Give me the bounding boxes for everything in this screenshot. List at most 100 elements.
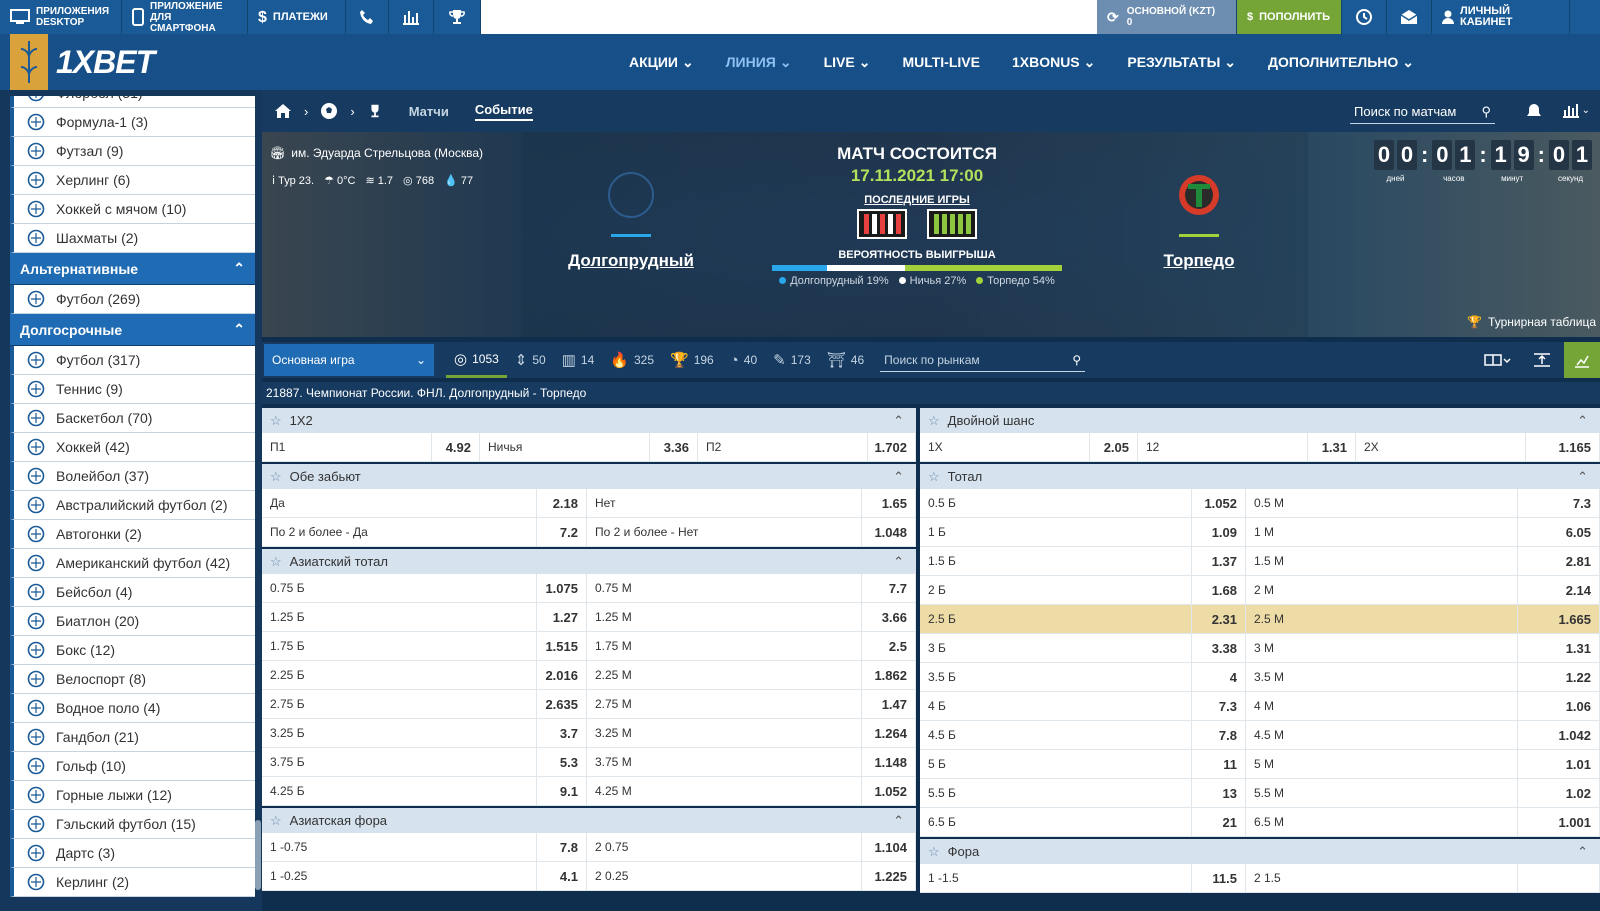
- odds-button[interactable]: 1.31: [1518, 634, 1600, 662]
- sidebar-item[interactable]: Дартс (3): [10, 839, 255, 868]
- last-games-link[interactable]: ПОСЛЕДНИЕ ИГРЫ: [772, 194, 1062, 206]
- sidebar-item[interactable]: Керлинг (2): [10, 868, 255, 897]
- nav-line[interactable]: ЛИНИЯ ⌄: [710, 54, 808, 71]
- odds-button[interactable]: 1.515: [537, 632, 587, 660]
- odds-button[interactable]: 1.09: [1192, 518, 1246, 546]
- sidebar-item[interactable]: Футбол (269): [10, 285, 255, 314]
- odds-button[interactable]: 1.65: [862, 489, 916, 517]
- odds-button[interactable]: 1.862: [862, 661, 916, 689]
- odds-button[interactable]: [1518, 864, 1600, 892]
- sidebar-item[interactable]: Флорбол (31): [10, 96, 255, 108]
- odds-button[interactable]: 1.225: [862, 862, 916, 890]
- market-header[interactable]: ☆ Двойной шанс ⌃: [920, 408, 1600, 433]
- sidebar-item[interactable]: Американский футбол (42): [10, 549, 255, 578]
- market-tab[interactable]: 🏆 196: [662, 342, 722, 378]
- nav-promotions[interactable]: АКЦИИ ⌄: [613, 54, 710, 71]
- sidebar-item[interactable]: Биатлон (20): [10, 607, 255, 636]
- star-icon[interactable]: ☆: [270, 554, 282, 570]
- crumb-event[interactable]: Событие: [474, 102, 533, 121]
- odds-button[interactable]: 1.22: [1518, 663, 1600, 691]
- messages-button[interactable]: [1387, 0, 1432, 34]
- tournament-table-link[interactable]: 🏆 Турнирная таблица: [1467, 315, 1596, 329]
- nav-multilive[interactable]: MULTI-LIVE: [886, 54, 996, 71]
- trophy-button[interactable]: [434, 0, 481, 34]
- odds-button[interactable]: 1.052: [1192, 489, 1246, 517]
- odds-button[interactable]: 11.5: [1192, 864, 1246, 892]
- odds-button[interactable]: 1.048: [862, 518, 916, 546]
- sidebar-item[interactable]: Велоспорт (8): [10, 665, 255, 694]
- market-tab[interactable]: ◎ 1053: [446, 342, 507, 378]
- odds-button[interactable]: 1.37: [1192, 547, 1246, 575]
- odds-button[interactable]: 2.05: [1090, 433, 1138, 461]
- sidebar-item[interactable]: Волейбол (37): [10, 462, 255, 491]
- sidebar-section-alternative[interactable]: Альтернативные ⌃: [10, 253, 255, 285]
- sidebar-item[interactable]: Гольф (10): [10, 752, 255, 781]
- odds-button[interactable]: 1.27: [537, 603, 587, 631]
- sidebar-item[interactable]: Горные лыжи (12): [10, 781, 255, 810]
- form-away[interactable]: [927, 209, 977, 239]
- sidebar-item[interactable]: Бейсбол (4): [10, 578, 255, 607]
- odds-button[interactable]: 1.052: [862, 777, 916, 805]
- odds-button[interactable]: 3.36: [650, 433, 698, 461]
- odds-button[interactable]: 2.81: [1518, 547, 1600, 575]
- odds-button[interactable]: 1.148: [862, 748, 916, 776]
- odds-button[interactable]: 1.042: [1518, 721, 1600, 749]
- market-search-input[interactable]: Поиск по рынкам ⚲: [880, 348, 1086, 372]
- sidebar-item[interactable]: Водное поло (4): [10, 694, 255, 723]
- soccer-ball-icon[interactable]: [320, 102, 338, 120]
- sidebar-item[interactable]: Австралийский футбол (2): [10, 491, 255, 520]
- bell-icon[interactable]: [1526, 103, 1542, 119]
- odds-button[interactable]: 11: [1192, 750, 1246, 778]
- nav-live[interactable]: LIVE ⌄: [808, 54, 887, 71]
- sidebar-item[interactable]: Шахматы (2): [10, 224, 255, 253]
- nav-results[interactable]: РЕЗУЛЬТАТЫ ⌄: [1111, 54, 1252, 71]
- home-icon[interactable]: [274, 103, 292, 119]
- sidebar-scrollbar[interactable]: [255, 820, 261, 890]
- odds-button[interactable]: 3.38: [1192, 634, 1246, 662]
- statistics-button[interactable]: [389, 0, 434, 34]
- star-icon[interactable]: ☆: [928, 844, 940, 860]
- odds-button[interactable]: 1.702: [868, 433, 916, 461]
- sidebar-item[interactable]: Баскетбол (70): [10, 404, 255, 433]
- team-away[interactable]: Торпедо: [1114, 172, 1284, 271]
- team-away-name[interactable]: Торпедо: [1114, 251, 1284, 271]
- personal-cabinet-button[interactable]: ЛИЧНЫЙ КАБИНЕТ: [1432, 0, 1570, 34]
- odds-button[interactable]: 1.075: [537, 574, 587, 602]
- desktop-app-button[interactable]: ПРИЛОЖЕНИЯ DESKTOP: [0, 0, 122, 34]
- odds-button[interactable]: 2.14: [1518, 576, 1600, 604]
- market-tab[interactable]: 🔥 325: [602, 342, 662, 378]
- odds-button[interactable]: 7.8: [1192, 721, 1246, 749]
- market-header[interactable]: ☆ Фора ⌃: [920, 839, 1600, 864]
- odds-button[interactable]: 7.8: [537, 833, 587, 861]
- sidebar-item[interactable]: Футзал (9): [10, 137, 255, 166]
- stats-dropdown[interactable]: ⌄: [1562, 102, 1590, 118]
- sidebar-section-longterm[interactable]: Долгосрочные ⌃: [10, 314, 255, 346]
- market-header[interactable]: ☆ Тотал ⌃: [920, 464, 1600, 489]
- nav-1xbonus[interactable]: 1XBONUS ⌄: [996, 54, 1111, 71]
- sidebar-item[interactable]: Гэльский футбол (15): [10, 810, 255, 839]
- odds-button[interactable]: 1.264: [862, 719, 916, 747]
- market-header[interactable]: ☆ Обе забьют ⌃: [262, 464, 916, 489]
- odds-button[interactable]: 5.3: [537, 748, 587, 776]
- odds-button[interactable]: 1.001: [1518, 808, 1600, 836]
- deposit-button[interactable]: $ ПОПОЛНИТЬ: [1237, 0, 1342, 34]
- odds-button[interactable]: 2.016: [537, 661, 587, 689]
- sidebar-item[interactable]: Бокс (12): [10, 636, 255, 665]
- odds-button[interactable]: 4: [1192, 663, 1246, 691]
- odds-button[interactable]: 2.31: [1192, 605, 1246, 633]
- sidebar-item[interactable]: Хоккей (42): [10, 433, 255, 462]
- nav-more[interactable]: ДОПОЛНИТЕЛЬНО ⌄: [1252, 54, 1430, 71]
- market-tab[interactable]: ⛩ 46: [819, 342, 872, 378]
- account-balance[interactable]: ⟳ ОСНОВНОЙ (KZT) 0: [1097, 0, 1237, 34]
- star-icon[interactable]: ☆: [928, 469, 940, 485]
- odds-button[interactable]: 1.104: [862, 833, 916, 861]
- odds-button[interactable]: 1.01: [1518, 750, 1600, 778]
- odds-button[interactable]: 6.05: [1518, 518, 1600, 546]
- market-header[interactable]: ☆ 1X2 ⌃: [262, 408, 916, 433]
- market-tab[interactable]: ▥ 14: [554, 342, 603, 378]
- columns-view-button[interactable]: [1476, 342, 1520, 378]
- odds-button[interactable]: 3.66: [862, 603, 916, 631]
- form-home[interactable]: [857, 209, 907, 239]
- odds-button[interactable]: 1.47: [862, 690, 916, 718]
- odds-button[interactable]: 4.92: [432, 433, 480, 461]
